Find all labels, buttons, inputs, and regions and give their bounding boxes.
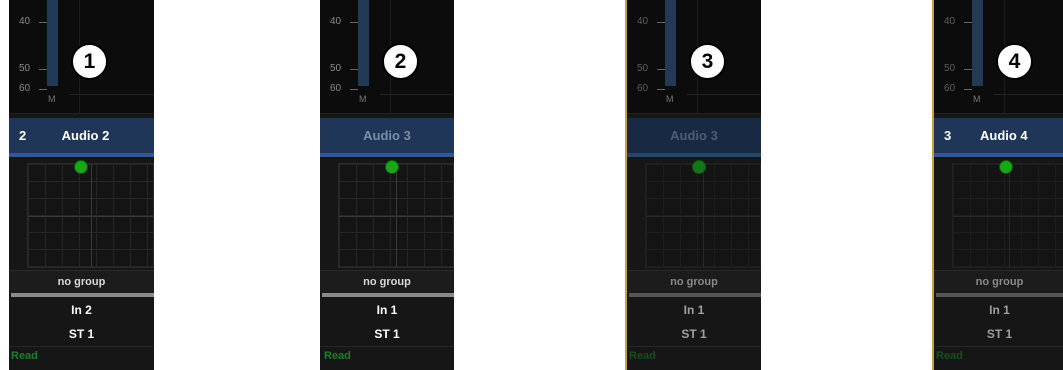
panner[interactable] xyxy=(338,163,454,268)
meter-tick-50: 50 xyxy=(330,63,359,74)
meter-tick-50: 50 xyxy=(19,63,48,74)
panner-center-line xyxy=(953,215,1063,217)
callout-badge: 1 xyxy=(71,43,108,80)
meter-tick-40: 40 xyxy=(19,16,48,27)
panner[interactable] xyxy=(645,163,761,268)
meter-bar xyxy=(47,0,58,86)
meter-mono-label: M xyxy=(48,94,56,104)
track-name: Audio 3 xyxy=(363,128,411,143)
meter-bar xyxy=(665,0,676,86)
group-divider xyxy=(11,293,154,297)
input-selector[interactable]: In 1 xyxy=(627,298,761,323)
automation-mode[interactable]: Read xyxy=(629,350,656,362)
meter-gridline xyxy=(687,94,761,95)
group-divider xyxy=(322,293,454,297)
pan-position-dot[interactable] xyxy=(386,161,398,173)
meter-tick-60: 60 xyxy=(330,83,359,94)
meter-mono-label: M xyxy=(973,94,981,104)
pan-position-dot[interactable] xyxy=(693,161,705,173)
track-name-bar[interactable]: 3 Audio 4 xyxy=(934,118,1063,157)
output-selector[interactable]: ST 1 xyxy=(320,322,454,347)
meter-gridline xyxy=(380,94,454,95)
track-name: Audio 2 xyxy=(61,128,110,143)
track-name: Audio 4 xyxy=(980,128,1028,143)
group-selector[interactable]: no group xyxy=(934,270,1063,293)
pan-position-dot[interactable] xyxy=(75,161,87,173)
automation-mode[interactable]: Read xyxy=(936,350,963,362)
output-selector[interactable]: ST 1 xyxy=(627,322,761,347)
meter-tick-40: 40 xyxy=(944,16,973,27)
meter-gridline xyxy=(994,94,1063,95)
meter-tick-60: 60 xyxy=(637,83,666,94)
group-selector[interactable]: no group xyxy=(9,270,154,293)
automation-mode[interactable]: Read xyxy=(11,350,38,362)
panner[interactable] xyxy=(952,163,1063,268)
group-divider xyxy=(936,293,1063,297)
callout-badge: 3 xyxy=(689,43,726,80)
pan-position-dot[interactable] xyxy=(1000,161,1012,173)
panner[interactable] xyxy=(27,163,154,268)
panner-center-line xyxy=(28,215,153,217)
meter-bar xyxy=(358,0,369,86)
meter-tick-40: 40 xyxy=(330,16,359,27)
meter-mono-label: M xyxy=(666,94,674,104)
panner-center-line xyxy=(646,215,760,217)
output-selector[interactable]: ST 1 xyxy=(934,322,1063,347)
meter-tick-50: 50 xyxy=(637,63,666,74)
meter-tick-40: 40 xyxy=(637,16,666,27)
output-selector[interactable]: ST 1 xyxy=(9,322,154,347)
meter-bar xyxy=(972,0,983,86)
track-number: 3 xyxy=(944,128,952,143)
group-selector[interactable]: no group xyxy=(320,270,454,293)
panner-center-line xyxy=(339,215,453,217)
track-name-bar[interactable]: 2 Audio 2 xyxy=(9,118,154,157)
input-selector[interactable]: In 1 xyxy=(934,298,1063,323)
automation-mode[interactable]: Read xyxy=(324,350,351,362)
meter-tick-50: 50 xyxy=(944,63,973,74)
channel-strip-2: 40 50 60 M 2 Audio 3 no group In 1 ST 1 … xyxy=(320,0,454,370)
group-divider xyxy=(629,293,761,297)
meter-gridline xyxy=(69,94,154,95)
meter-tick-60: 60 xyxy=(19,83,48,94)
input-selector[interactable]: In 1 xyxy=(320,298,454,323)
channel-strip-1: 40 50 60 M 1 2 Audio 2 no group In 2 ST … xyxy=(9,0,154,370)
meter-tick-60: 60 xyxy=(944,83,973,94)
input-selector[interactable]: In 2 xyxy=(9,298,154,323)
track-name-bar[interactable]: Audio 3 xyxy=(320,118,454,157)
meter-mono-label: M xyxy=(359,94,367,104)
channel-strip-4: 40 50 60 M 4 3 Audio 4 no group In 1 ST … xyxy=(932,0,1063,370)
track-name-bar[interactable]: Audio 3 xyxy=(627,118,761,157)
group-selector[interactable]: no group xyxy=(627,270,761,293)
callout-badge: 4 xyxy=(996,43,1033,80)
track-name: Audio 3 xyxy=(670,128,718,143)
channel-strip-3: 40 50 60 M 3 Audio 3 no group In 1 ST 1 … xyxy=(625,0,761,370)
callout-badge: 2 xyxy=(382,43,419,80)
